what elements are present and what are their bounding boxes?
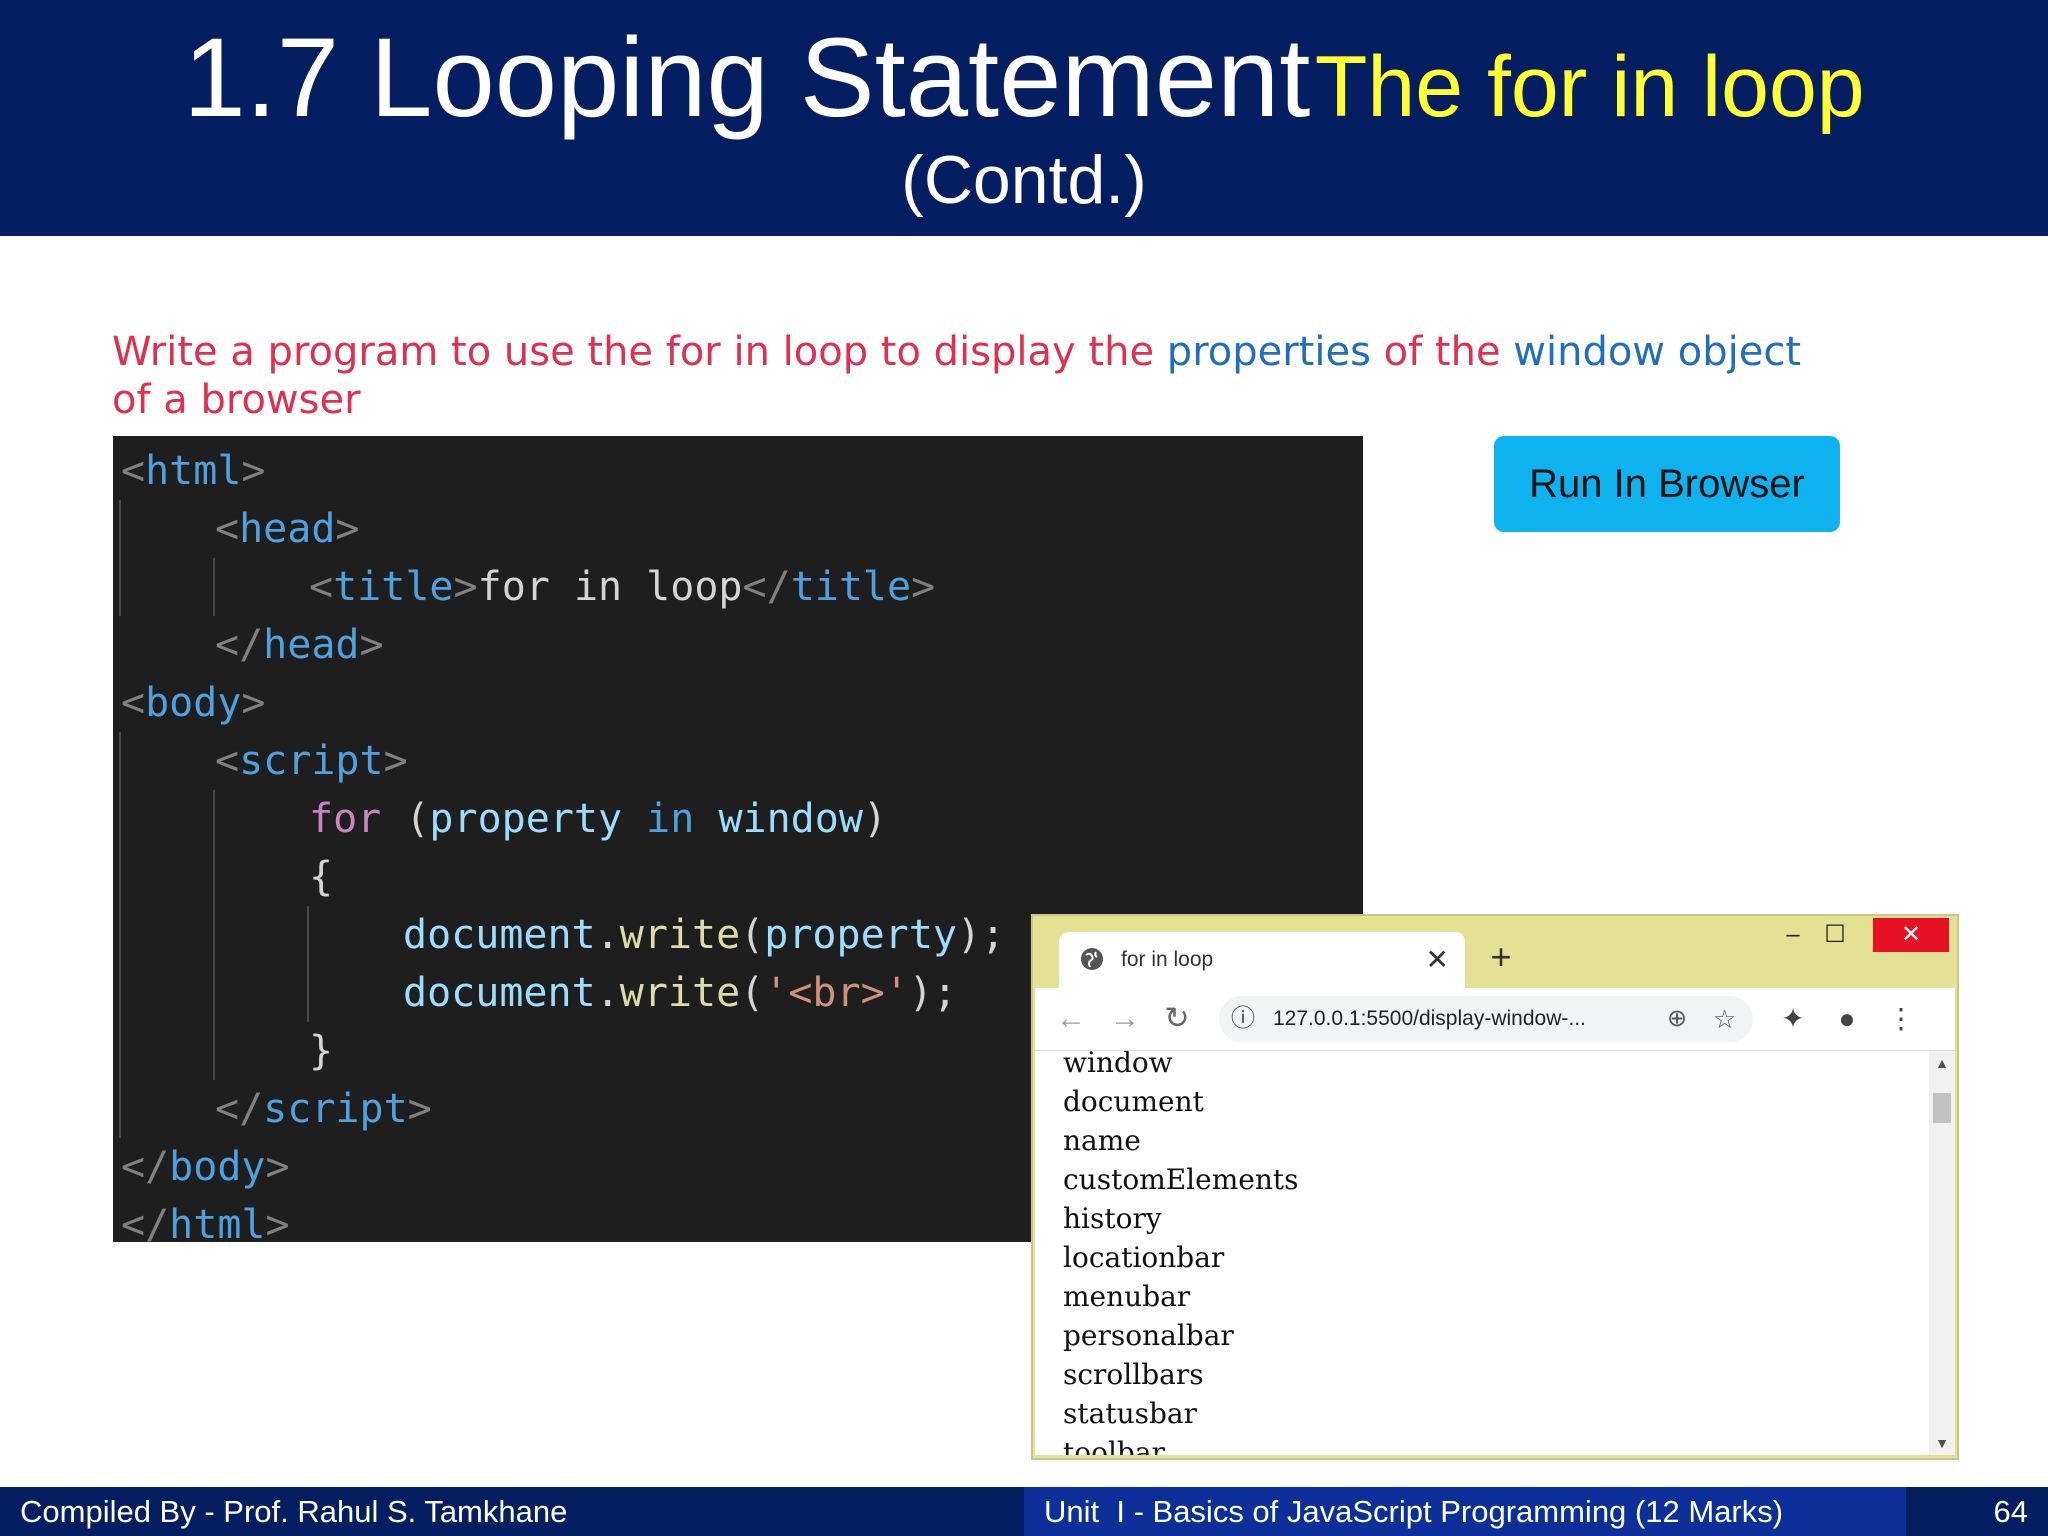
question-part-3: of a browser	[112, 377, 361, 423]
zoom-icon[interactable]: ⊕	[1667, 996, 1687, 1042]
list-item: menubar	[1063, 1280, 1191, 1313]
run-in-browser-button[interactable]: Run In Browser	[1494, 436, 1840, 532]
indent-guide	[119, 500, 121, 616]
vertical-scrollbar[interactable]: ▲ ▼	[1929, 1051, 1955, 1455]
slide-title-main: 1.7 Looping Statement	[183, 15, 1311, 140]
list-item: locationbar	[1063, 1241, 1225, 1274]
list-item: window	[1063, 1050, 1173, 1079]
browser-toolbar: ← → ↻ ⓘ 127.0.0.1:5500/display-window-..…	[1035, 988, 1955, 1050]
footer-author: Compiled By - Prof. Rahul S. Tamkhane	[0, 1487, 1024, 1536]
window-close-button[interactable]: ✕	[1873, 918, 1949, 952]
list-item: personalbar	[1063, 1319, 1234, 1352]
code-line-5: <body>	[121, 680, 266, 726]
property-list: window document name customElements hist…	[1063, 1050, 1299, 1455]
slide-header: 1.7 Looping Statement The for in loop (C…	[0, 0, 2048, 236]
indent-guide	[119, 732, 121, 1138]
address-bar[interactable]: ⓘ 127.0.0.1:5500/display-window-... ⊕ ☆	[1219, 996, 1753, 1042]
code-line-3: <title>for in loop</title>	[309, 564, 936, 610]
back-button[interactable]: ←	[1051, 998, 1091, 1040]
indent-guide	[213, 790, 215, 1080]
scroll-down-arrow-icon[interactable]: ▼	[1929, 1435, 1955, 1451]
address-text: 127.0.0.1:5500/display-window-...	[1273, 1007, 1586, 1030]
question-highlight-properties: properties	[1166, 329, 1371, 375]
list-item: name	[1063, 1124, 1141, 1157]
question-part-1: Write a program to use the for in loop t…	[112, 329, 1167, 375]
tab-close-button[interactable]: ✕	[1426, 932, 1449, 988]
list-item: customElements	[1063, 1163, 1299, 1196]
new-tab-button[interactable]: +	[1481, 934, 1521, 980]
profile-icon[interactable]: ●	[1827, 998, 1867, 1040]
footer-page-number: 64	[1906, 1487, 2048, 1536]
browser-window: – ☐ ✕ for in loop ✕ + ← → ↻ ⓘ 127.0.0.1:…	[1031, 914, 1959, 1460]
code-line-12: </script>	[215, 1086, 432, 1132]
code-line-4: </head>	[215, 622, 384, 668]
indent-guide	[307, 906, 309, 1022]
reload-button[interactable]: ↻	[1157, 998, 1197, 1040]
tab-title: for in loop	[1121, 948, 1214, 971]
code-line-1: <html>	[121, 448, 266, 494]
scroll-up-arrow-icon[interactable]: ▲	[1929, 1055, 1955, 1071]
list-item: toolbar	[1063, 1436, 1165, 1455]
bookmark-star-icon[interactable]: ☆	[1713, 996, 1736, 1042]
code-line-9: document.write(property);	[403, 912, 1006, 958]
browser-viewport: window document name customElements hist…	[1035, 1050, 1955, 1455]
window-maximize-button[interactable]: ☐	[1815, 918, 1855, 952]
code-line-6: <script>	[215, 738, 408, 784]
slide-footer: Compiled By - Prof. Rahul S. Tamkhane Un…	[0, 1487, 2048, 1536]
question-highlight-window-object: window object	[1513, 329, 1801, 375]
footer-unit: Unit I - Basics of JavaScript Programmin…	[1024, 1487, 1906, 1536]
slide-title-sub: The for in loop	[1314, 39, 1865, 135]
code-line-10: document.write('<br>');	[403, 970, 957, 1016]
list-item: statusbar	[1063, 1397, 1197, 1430]
list-item: document	[1063, 1085, 1204, 1118]
question-text: Write a program to use the for in loop t…	[112, 328, 1832, 424]
info-icon[interactable]: ⓘ	[1231, 996, 1255, 1042]
menu-icon[interactable]: ⋮	[1881, 998, 1921, 1040]
globe-icon	[1081, 948, 1103, 970]
code-line-2: <head>	[215, 506, 360, 552]
code-line-8: {	[309, 854, 334, 900]
code-line-7: for (property in window)	[309, 796, 888, 842]
code-line-13: </body>	[121, 1144, 290, 1190]
slide-title-contd: (Contd.)	[901, 142, 1147, 218]
scrollbar-thumb[interactable]	[1933, 1093, 1951, 1123]
extensions-icon[interactable]: ✦	[1773, 998, 1813, 1040]
window-minimize-button[interactable]: –	[1773, 918, 1813, 952]
list-item: scrollbars	[1063, 1358, 1204, 1391]
list-item: history	[1063, 1202, 1162, 1235]
indent-guide	[213, 558, 215, 616]
code-line-11: }	[309, 1028, 334, 1074]
browser-tab[interactable]: for in loop ✕	[1059, 932, 1465, 988]
question-part-2: of the	[1370, 329, 1514, 375]
code-line-14: </html>	[121, 1202, 290, 1248]
forward-button[interactable]: →	[1105, 998, 1145, 1040]
